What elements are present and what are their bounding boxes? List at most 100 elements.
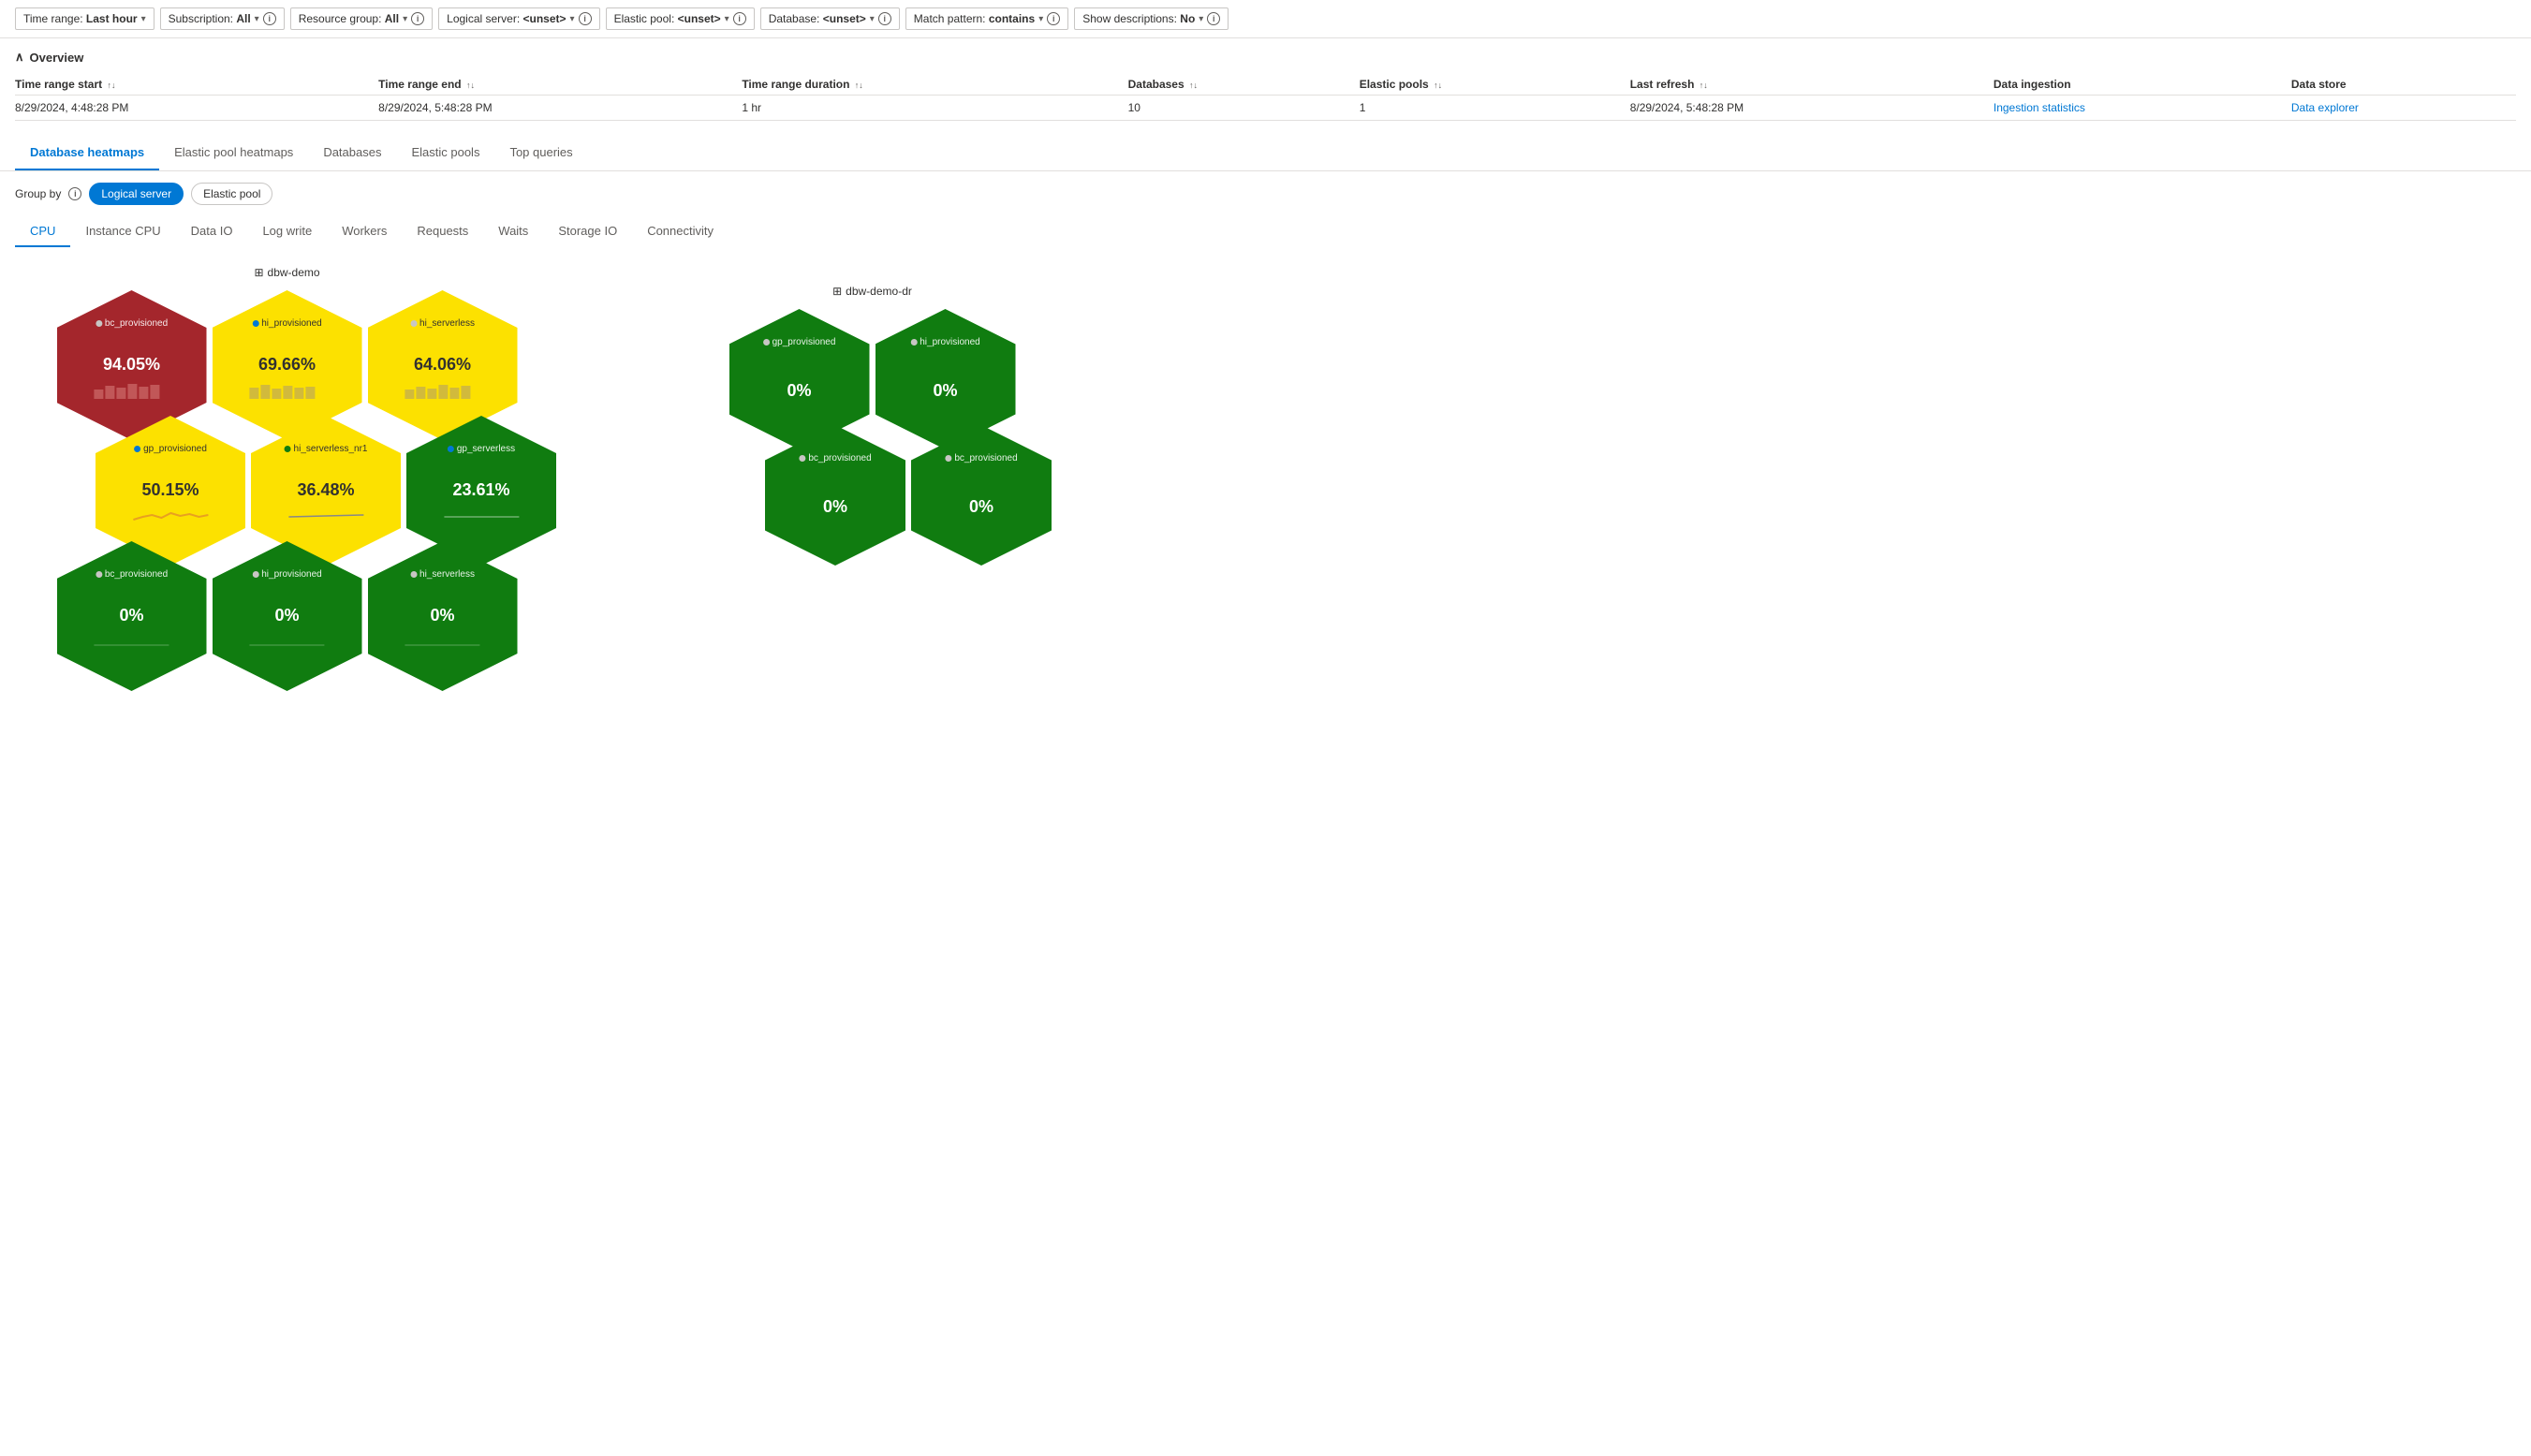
group-by-logical-server[interactable]: Logical server — [89, 183, 184, 205]
tab-elastic-pools[interactable]: Elastic pools — [396, 136, 494, 170]
filter-resource-group[interactable]: Resource group: All ▾ i — [290, 7, 433, 30]
hex-value: 23.61% — [452, 480, 509, 500]
cell-databases: 10 — [1128, 96, 1360, 121]
dot-icon — [252, 571, 258, 578]
col-databases[interactable]: Databases ↑↓ — [1128, 74, 1360, 96]
dot-icon — [799, 455, 805, 462]
filter-match-pattern[interactable]: Match pattern: contains ▾ i — [905, 7, 1068, 30]
main-tabs: Database heatmaps Elastic pool heatmaps … — [0, 136, 2531, 171]
server-group-dbw-demo-dr: ⊞ dbw-demo-dr gp_provisioned 0% — [690, 285, 1054, 567]
hex-grid-dbw-demo-dr: gp_provisioned 0% hi_provisioned 0% — [690, 307, 1054, 567]
sub-tabs: CPU Instance CPU Data IO Log write Worke… — [0, 205, 2531, 247]
hex-value: 0% — [823, 497, 847, 517]
overview-title: Overview — [30, 51, 84, 65]
sub-tab-cpu[interactable]: CPU — [15, 216, 70, 247]
col-last-refresh[interactable]: Last refresh ↑↓ — [1630, 74, 1994, 96]
sort-icon: ↑↓ — [1434, 81, 1442, 90]
sub-tab-workers[interactable]: Workers — [327, 216, 402, 247]
server-label-dbw-demo: ⊞ dbw-demo — [254, 266, 319, 279]
cell-time-start: 8/29/2024, 4:48:28 PM — [15, 96, 378, 121]
tab-elastic-pool-heatmaps[interactable]: Elastic pool heatmaps — [159, 136, 308, 170]
hex-value: 64.06% — [414, 355, 471, 375]
filter-database[interactable]: Database: <unset> ▾ i — [760, 7, 900, 30]
col-elastic-pools[interactable]: Elastic pools ↑↓ — [1360, 74, 1630, 96]
col-time-start[interactable]: Time range start ↑↓ — [15, 74, 378, 96]
cell-data-ingestion[interactable]: Ingestion statistics — [1994, 96, 2291, 121]
dot-icon — [448, 446, 454, 452]
dot-icon — [96, 571, 102, 578]
chevron-down-icon: ▾ — [141, 14, 146, 24]
info-icon: i — [1047, 12, 1060, 25]
hex-bc-provisioned-2[interactable]: bc_provisioned 0% — [57, 541, 207, 691]
sort-icon: ↑↓ — [466, 81, 475, 90]
overview-table: Time range start ↑↓ Time range end ↑↓ Ti… — [15, 74, 2516, 121]
hex-hi-provisioned-2[interactable]: hi_provisioned 0% — [213, 541, 362, 691]
heatmap-area: ⊞ dbw-demo bc_provisioned 94.05% — [0, 247, 2531, 712]
hex-value: 0% — [787, 381, 811, 401]
sparkline — [275, 506, 377, 524]
hex-value: 36.48% — [297, 480, 354, 500]
filter-logical-server[interactable]: Logical server: <unset> ▾ i — [438, 7, 599, 30]
cell-time-end: 8/29/2024, 5:48:28 PM — [378, 96, 742, 121]
sparkline — [431, 506, 533, 524]
dot-icon — [945, 455, 951, 462]
tab-top-queries[interactable]: Top queries — [494, 136, 587, 170]
col-data-ingestion: Data ingestion — [1994, 74, 2291, 96]
dot-icon — [134, 446, 140, 452]
cell-data-store[interactable]: Data explorer — [2291, 96, 2516, 121]
data-explorer-link[interactable]: Data explorer — [2291, 101, 2359, 114]
sparkline — [120, 506, 222, 524]
sort-icon: ↑↓ — [108, 81, 116, 90]
chevron-down-icon: ▾ — [1038, 14, 1043, 24]
col-duration[interactable]: Time range duration ↑↓ — [742, 74, 1127, 96]
sparkline — [236, 631, 338, 650]
info-icon: i — [1207, 12, 1220, 25]
sort-icon: ↑↓ — [855, 81, 863, 90]
filter-show-descriptions[interactable]: Show descriptions: No ▾ i — [1074, 7, 1229, 30]
hex-value: 69.66% — [258, 355, 316, 375]
hex-value: 0% — [933, 381, 957, 401]
sub-tab-connectivity[interactable]: Connectivity — [632, 216, 728, 247]
hex-value: 94.05% — [103, 355, 160, 375]
hex-value: 0% — [430, 606, 454, 625]
overview-toggle[interactable]: ∧ Overview — [15, 50, 2516, 65]
chevron-down-icon: ▾ — [570, 14, 575, 24]
info-icon: i — [68, 187, 81, 200]
info-icon: i — [579, 12, 592, 25]
sub-tab-waits[interactable]: Waits — [483, 216, 543, 247]
sub-tab-log-write[interactable]: Log write — [247, 216, 327, 247]
server-icon: ⊞ — [832, 285, 842, 298]
cell-elastic-pools: 1 — [1360, 96, 1630, 121]
col-data-store: Data store — [2291, 74, 2516, 96]
col-time-end[interactable]: Time range end ↑↓ — [378, 74, 742, 96]
hex-bc-provisioned-dr2[interactable]: bc_provisioned 0% — [911, 425, 1052, 566]
info-icon: i — [733, 12, 746, 25]
overview-section: ∧ Overview Time range start ↑↓ Time rang… — [0, 38, 2531, 121]
chevron-down-icon: ▾ — [870, 14, 875, 24]
dot-icon — [252, 320, 258, 327]
sort-icon: ↑↓ — [1700, 81, 1708, 90]
sort-icon: ↑↓ — [1189, 81, 1198, 90]
dot-icon — [910, 339, 917, 346]
filter-subscription[interactable]: Subscription: All ▾ i — [160, 7, 285, 30]
ingestion-statistics-link[interactable]: Ingestion statistics — [1994, 101, 2085, 114]
sub-tab-storage-io[interactable]: Storage IO — [543, 216, 632, 247]
chevron-down-icon: ▾ — [1199, 14, 1203, 24]
group-by-elastic-pool[interactable]: Elastic pool — [191, 183, 272, 205]
cell-last-refresh: 8/29/2024, 5:48:28 PM — [1630, 96, 1994, 121]
sub-tab-requests[interactable]: Requests — [402, 216, 483, 247]
sparkline — [81, 631, 183, 650]
chevron-down-icon: ▾ — [403, 14, 407, 24]
hex-hi-serverless-2[interactable]: hi_serverless 0% — [368, 541, 518, 691]
info-icon: i — [411, 12, 424, 25]
tab-database-heatmaps[interactable]: Database heatmaps — [15, 136, 159, 170]
dot-icon — [285, 446, 291, 452]
sub-tab-data-io[interactable]: Data IO — [176, 216, 248, 247]
hex-bc-provisioned-dr1[interactable]: bc_provisioned 0% — [765, 425, 905, 566]
filter-elastic-pool[interactable]: Elastic pool: <unset> ▾ i — [606, 7, 755, 30]
server-label-dbw-demo-dr: ⊞ dbw-demo-dr — [832, 285, 912, 298]
sub-tab-instance-cpu[interactable]: Instance CPU — [70, 216, 175, 247]
sparkline — [391, 380, 493, 399]
tab-databases[interactable]: Databases — [308, 136, 396, 170]
filter-time-range[interactable]: Time range: Last hour ▾ — [15, 7, 155, 30]
